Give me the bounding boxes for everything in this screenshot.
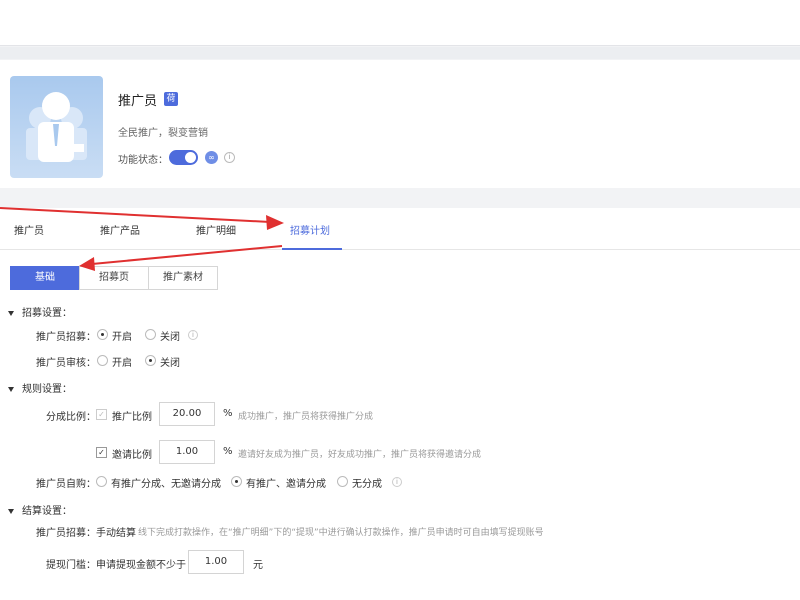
settle-recruit-hint: 线下完成打款操作，在“推广明细”下的“提现”中进行确认打款操作，推广员申请时可自… [138, 528, 544, 538]
recruit-info-icon[interactable]: i [188, 330, 198, 340]
promo-hint: 成功推广，推广员将获得推广分成 [238, 412, 374, 422]
app-info-card: 推广员 荷 全民推广，裂变营销 功能状态： ∞ i [0, 60, 800, 188]
self-buy-option-2-radio[interactable] [231, 476, 242, 487]
review-close-radio[interactable] [145, 355, 156, 366]
rules-section-header[interactable]: 规则设置： [8, 380, 72, 395]
rules-section-title: 规则设置： [22, 384, 72, 395]
self-buy-option-1-radio[interactable] [96, 476, 107, 487]
subtab-recruit-page[interactable]: 招募页 [79, 266, 149, 290]
tab-promoters[interactable]: 推广员 [14, 222, 44, 237]
active-tab-underline [282, 248, 342, 250]
promo-ratio-checkbox[interactable]: ✓ [96, 409, 107, 420]
threshold-unit: 元 [253, 560, 263, 571]
invite-ratio-input[interactable]: 1.00 [159, 440, 215, 464]
self-buy-option-3-radio[interactable] [337, 476, 348, 487]
link-icon[interactable]: ∞ [205, 151, 218, 164]
recruit-open-label: 开启 [112, 332, 132, 343]
app-badge: 荷 [164, 92, 178, 106]
subtab-basic[interactable]: 基础 [10, 266, 80, 290]
self-buy-option-1-label: 有推广分成、无邀请分成 [111, 479, 221, 490]
self-buy-label: 推广员自购： [36, 479, 96, 490]
status-label: 功能状态： [118, 155, 168, 166]
ratio-label: 分成比例： [46, 412, 96, 423]
tab-bar: 推广员 推广产品 推广明细 招募计划 [0, 208, 800, 250]
tab-details[interactable]: 推广明细 [196, 222, 236, 237]
app-title: 推广员 [118, 94, 158, 109]
people-illustration-icon [26, 92, 87, 162]
promoter-logo [10, 76, 103, 178]
recruit-label: 推广员招募： [36, 332, 96, 343]
invite-ratio-label: 邀请比例 [112, 450, 152, 461]
subtab-materials[interactable]: 推广素材 [148, 266, 218, 290]
promo-percent: % [223, 408, 233, 419]
invite-percent: % [223, 446, 233, 457]
review-open-label: 开启 [112, 358, 132, 369]
settle-section-header[interactable]: 结算设置： [8, 502, 72, 517]
tab-products[interactable]: 推广产品 [100, 222, 140, 237]
collapse-triangle-icon [8, 508, 14, 514]
review-label: 推广员审核： [36, 358, 96, 369]
tab-recruit-plan[interactable]: 招募计划 [290, 222, 330, 237]
settle-recruit-label: 推广员招募：手动结算 [36, 528, 136, 539]
self-buy-option-3-label: 无分成 [352, 479, 382, 490]
settle-section-title: 结算设置： [22, 506, 72, 517]
main-panel: 推广员 推广产品 推广明细 招募计划 基础 招募页 推广素材 招募设置： 推广员… [0, 208, 800, 600]
info-icon[interactable]: i [224, 152, 235, 163]
status-toggle[interactable] [169, 150, 198, 165]
recruit-open-radio[interactable] [97, 329, 108, 340]
promo-ratio-input[interactable]: 20.00 [159, 402, 215, 426]
invite-ratio-checkbox[interactable]: ✓ [96, 447, 107, 458]
collapse-triangle-icon [8, 310, 14, 316]
top-header-band [0, 0, 800, 46]
self-buy-info-icon[interactable]: i [392, 477, 402, 487]
invite-hint: 邀请好友成为推广员，好友成功推广，推广员将获得邀请分成 [238, 450, 482, 460]
recruit-close-label: 关闭 [160, 332, 180, 343]
collapse-triangle-icon [8, 386, 14, 392]
review-close-label: 关闭 [160, 358, 180, 369]
review-open-radio[interactable] [97, 355, 108, 366]
threshold-input[interactable]: 1.00 [188, 550, 244, 574]
recruit-section-header[interactable]: 招募设置： [8, 304, 72, 319]
divider-band [0, 47, 800, 59]
recruit-close-radio[interactable] [145, 329, 156, 340]
self-buy-option-2-label: 有推广、邀请分成 [246, 479, 326, 490]
recruit-section-title: 招募设置： [22, 308, 72, 319]
app-subtitle: 全民推广，裂变营销 [118, 128, 208, 139]
promo-ratio-label: 推广比例 [112, 412, 152, 423]
threshold-label: 提现门槛：申请提现金额不少于 [46, 560, 186, 571]
